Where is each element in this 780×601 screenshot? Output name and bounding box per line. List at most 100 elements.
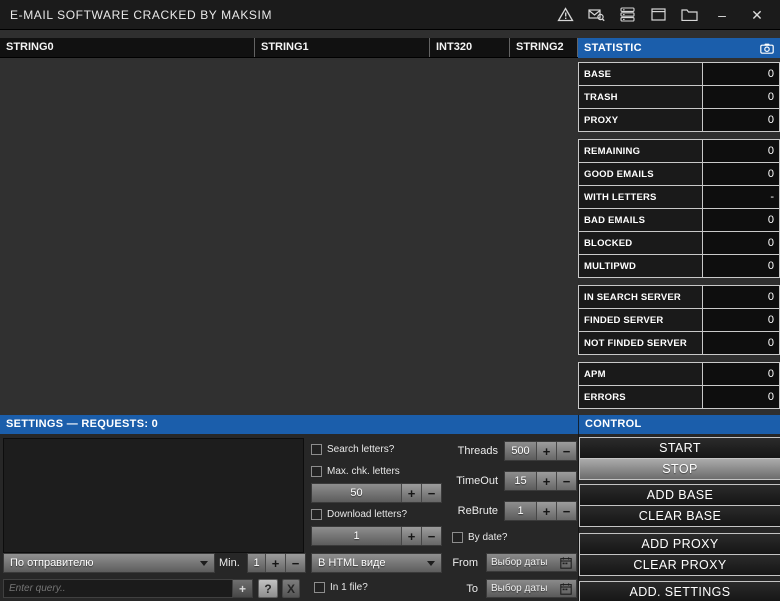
settings-panel: Search letters? Max. chk. letters 50 + −…: [0, 434, 578, 601]
stat-group-base: BASE0 TRASH0 PROXY0: [578, 62, 780, 132]
statistic-rows: BASE0 TRASH0 PROXY0 REMAINING0 GOOD EMAI…: [578, 58, 780, 409]
clear-base-button[interactable]: CLEAR BASE: [579, 505, 780, 527]
timeout-stepper: 15 + −: [504, 471, 577, 491]
search-letters-checkbox[interactable]: Search letters?: [311, 444, 394, 455]
threads-stepper: 500 + −: [504, 441, 577, 461]
stat-value: 0: [703, 85, 780, 109]
stat-value: 0: [703, 231, 780, 255]
decrement-button[interactable]: −: [421, 527, 441, 545]
checkbox-box[interactable]: [314, 582, 325, 593]
calendar-icon[interactable]: [560, 557, 572, 569]
stat-label: REMAINING: [578, 139, 703, 163]
stat-row-base: BASE0: [578, 62, 780, 86]
stat-value: -: [703, 185, 780, 209]
clear-proxy-button[interactable]: CLEAR PROXY: [579, 554, 780, 576]
warning-icon[interactable]: [556, 6, 574, 24]
column-header-string0[interactable]: STRING0: [0, 38, 255, 57]
stepper-value[interactable]: 500: [505, 442, 536, 460]
stepper-value[interactable]: 1: [248, 554, 265, 572]
stepper-value[interactable]: 50: [312, 484, 401, 502]
stat-row-apm: APM0: [578, 362, 780, 386]
decrement-button[interactable]: −: [556, 442, 576, 460]
checkbox-box[interactable]: [311, 509, 322, 520]
stat-row-finded-server: FINDED SERVER0: [578, 308, 780, 332]
stat-row-multipwd: MULTIPWD0: [578, 254, 780, 278]
stop-button[interactable]: STOP: [579, 458, 780, 480]
server-list-icon[interactable]: [618, 6, 636, 24]
format-dropdown[interactable]: В HTML виде: [311, 553, 442, 573]
add-proxy-button[interactable]: ADD PROXY: [579, 533, 780, 555]
stat-label: IN SEARCH SERVER: [578, 285, 703, 309]
add-settings-button[interactable]: ADD. SETTINGS: [579, 581, 780, 601]
max-chk-letters-checkbox[interactable]: Max. chk. letters: [311, 466, 400, 477]
stat-value: 0: [703, 254, 780, 278]
checkbox-box[interactable]: [311, 466, 322, 477]
stat-label: BLOCKED: [578, 231, 703, 255]
stat-value: 0: [703, 308, 780, 332]
stat-value: 0: [703, 331, 780, 355]
stepper-value[interactable]: 1: [505, 502, 536, 520]
stat-value: 0: [703, 139, 780, 163]
query-listbox[interactable]: [3, 438, 304, 553]
checkbox-box[interactable]: [452, 532, 463, 543]
checkbox-label: Search letters?: [327, 444, 394, 455]
start-button[interactable]: START: [579, 437, 780, 459]
stat-label: BASE: [578, 62, 703, 86]
rebrute-stepper: 1 + −: [504, 501, 577, 521]
checkbox-label: Download letters?: [327, 509, 407, 520]
to-label: To: [430, 583, 478, 595]
decrement-button[interactable]: −: [285, 554, 305, 572]
query-input-group: +: [3, 579, 253, 598]
results-grid-body[interactable]: [0, 58, 578, 415]
column-header-string2[interactable]: STRING2: [510, 38, 578, 57]
folder-icon[interactable]: [680, 6, 698, 24]
query-input[interactable]: [3, 579, 233, 598]
stat-label: BAD EMAILS: [578, 208, 703, 232]
add-query-button[interactable]: +: [233, 579, 253, 598]
stat-row-bad-emails: BAD EMAILS0: [578, 208, 780, 232]
stat-label: MULTIPWD: [578, 254, 703, 278]
help-button[interactable]: ?: [258, 579, 278, 598]
window-title: E-MAIL SOFTWARE CRACKED BY MAKSIM: [0, 8, 272, 22]
camera-icon[interactable]: [760, 43, 774, 54]
close-button[interactable]: ✕: [746, 6, 768, 24]
stat-group-emails: REMAINING0 GOOD EMAILS0 WITH LETTERS- BA…: [578, 139, 780, 278]
calendar-icon[interactable]: [560, 583, 572, 595]
stat-value: 0: [703, 62, 780, 86]
increment-button[interactable]: +: [401, 527, 421, 545]
in-one-file-checkbox[interactable]: In 1 file?: [314, 582, 368, 593]
stat-value: 0: [703, 108, 780, 132]
stat-row-blocked: BLOCKED0: [578, 231, 780, 255]
statistic-header: STATISTIC: [578, 38, 780, 58]
decrement-button[interactable]: −: [556, 502, 576, 520]
max-chk-letters-stepper: 50 + −: [311, 483, 442, 503]
sender-dropdown[interactable]: По отправителю: [3, 553, 215, 573]
stat-label: TRASH: [578, 85, 703, 109]
add-base-button[interactable]: ADD BASE: [579, 484, 780, 506]
clear-query-button[interactable]: X: [282, 579, 300, 598]
from-date-picker[interactable]: Выбор даты: [486, 553, 577, 572]
increment-button[interactable]: +: [536, 502, 556, 520]
mail-search-icon[interactable]: [587, 6, 605, 24]
window-icon[interactable]: [649, 6, 667, 24]
stat-value: 0: [703, 285, 780, 309]
column-header-string1[interactable]: STRING1: [255, 38, 430, 57]
increment-button[interactable]: +: [401, 484, 421, 502]
stepper-value[interactable]: 1: [312, 527, 401, 545]
increment-button[interactable]: +: [536, 472, 556, 490]
control-section-header: CONTROL: [578, 415, 780, 434]
minimize-button[interactable]: –: [711, 6, 733, 24]
stat-row-proxy: PROXY0: [578, 108, 780, 132]
column-header-int320[interactable]: INT320: [430, 38, 510, 57]
to-date-picker[interactable]: Выбор даты: [486, 579, 577, 598]
checkbox-box[interactable]: [311, 444, 322, 455]
min-label: Min.: [219, 557, 245, 569]
by-date-checkbox[interactable]: By date?: [452, 532, 507, 543]
download-letters-checkbox[interactable]: Download letters?: [311, 509, 407, 520]
stat-label: WITH LETTERS: [578, 185, 703, 209]
decrement-button[interactable]: −: [556, 472, 576, 490]
increment-button[interactable]: +: [265, 554, 285, 572]
increment-button[interactable]: +: [536, 442, 556, 460]
stepper-value[interactable]: 15: [505, 472, 536, 490]
stat-group-misc: APM0 ERRORS0: [578, 362, 780, 409]
